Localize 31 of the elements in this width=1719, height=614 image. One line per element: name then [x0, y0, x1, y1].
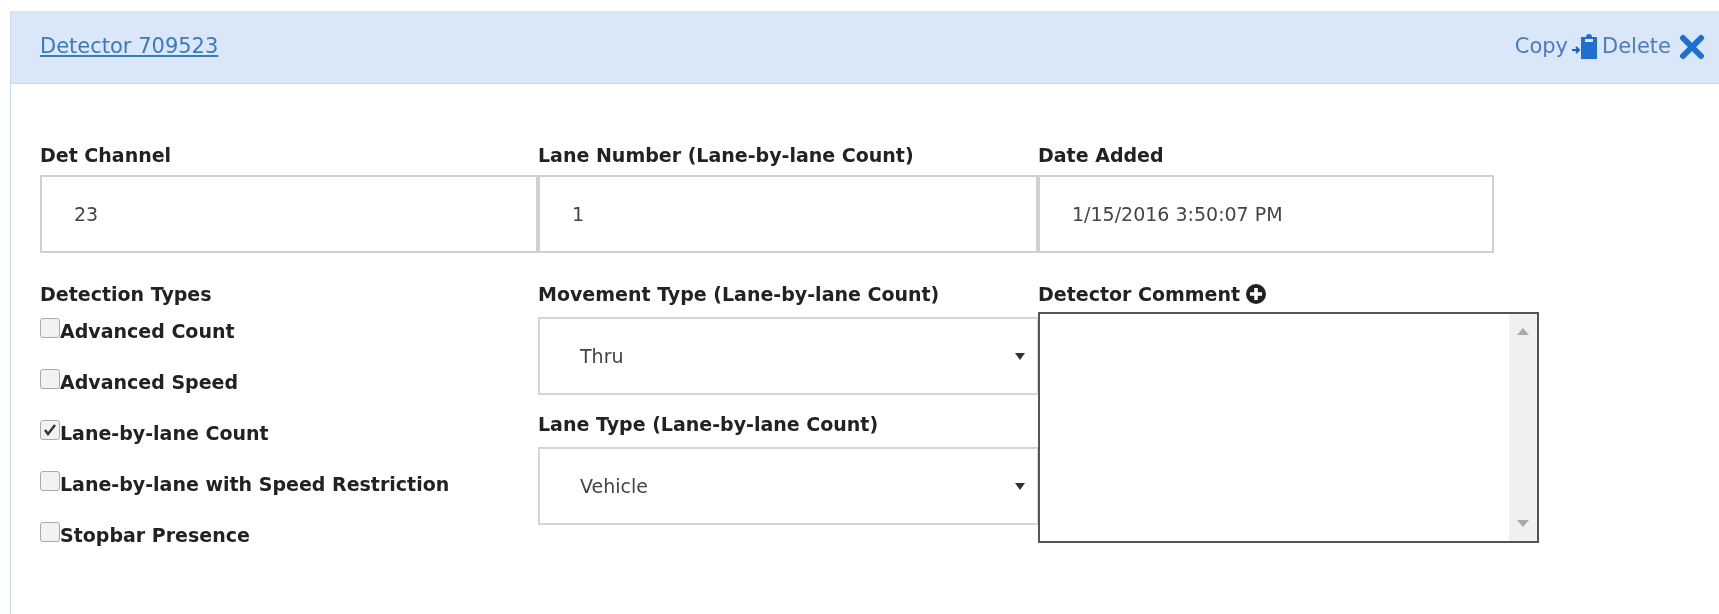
dropdown[interactable]: Vehicle: [538, 447, 1039, 525]
field-label: Detector Comment: [1038, 281, 1241, 307]
checkbox-label[interactable]: Lane-by-lane Count: [60, 419, 269, 448]
checkbox[interactable]: [40, 471, 60, 491]
field-label: Lane Number (Lane-by-lane Count): [538, 142, 915, 168]
detector-link[interactable]: Detector 709523: [40, 31, 219, 63]
checkbox[interactable]: [40, 318, 60, 338]
dropdown[interactable]: Thru: [538, 317, 1039, 395]
checkbox[interactable]: [40, 522, 60, 542]
text-field[interactable]: 1/15/2016 3:50:07 PM: [1038, 175, 1494, 253]
field-label: Movement Type (Lane-by-lane Count): [538, 281, 941, 307]
checkbox-label[interactable]: Lane-by-lane with Speed Restriction: [60, 470, 450, 499]
field-label: Detection Types: [40, 281, 213, 307]
field-label: Lane Type (Lane-by-lane Count): [538, 411, 880, 437]
close-icon[interactable]: [1679, 34, 1705, 60]
caret-icon: [1015, 482, 1025, 490]
field-label: Date Added: [1038, 142, 1165, 168]
checkbox-label[interactable]: Advanced Count: [60, 317, 235, 346]
comment-textarea[interactable]: [1038, 312, 1539, 543]
text-field[interactable]: 23: [40, 175, 538, 253]
scroll-down-icon[interactable]: [1517, 520, 1529, 527]
field-label: Det Channel: [40, 142, 173, 168]
add-icon[interactable]: [1245, 283, 1268, 305]
checkbox[interactable]: [40, 420, 60, 440]
checkbox[interactable]: [40, 369, 60, 389]
text-field[interactable]: 1: [538, 175, 1038, 253]
checkbox-label[interactable]: Advanced Speed: [60, 368, 239, 397]
caret-icon: [1015, 352, 1025, 360]
checkbox-label[interactable]: Stopbar Presence: [60, 521, 250, 550]
scroll-up-icon[interactable]: [1517, 328, 1529, 335]
clipboard-arrow-icon[interactable]: [1570, 33, 1600, 61]
